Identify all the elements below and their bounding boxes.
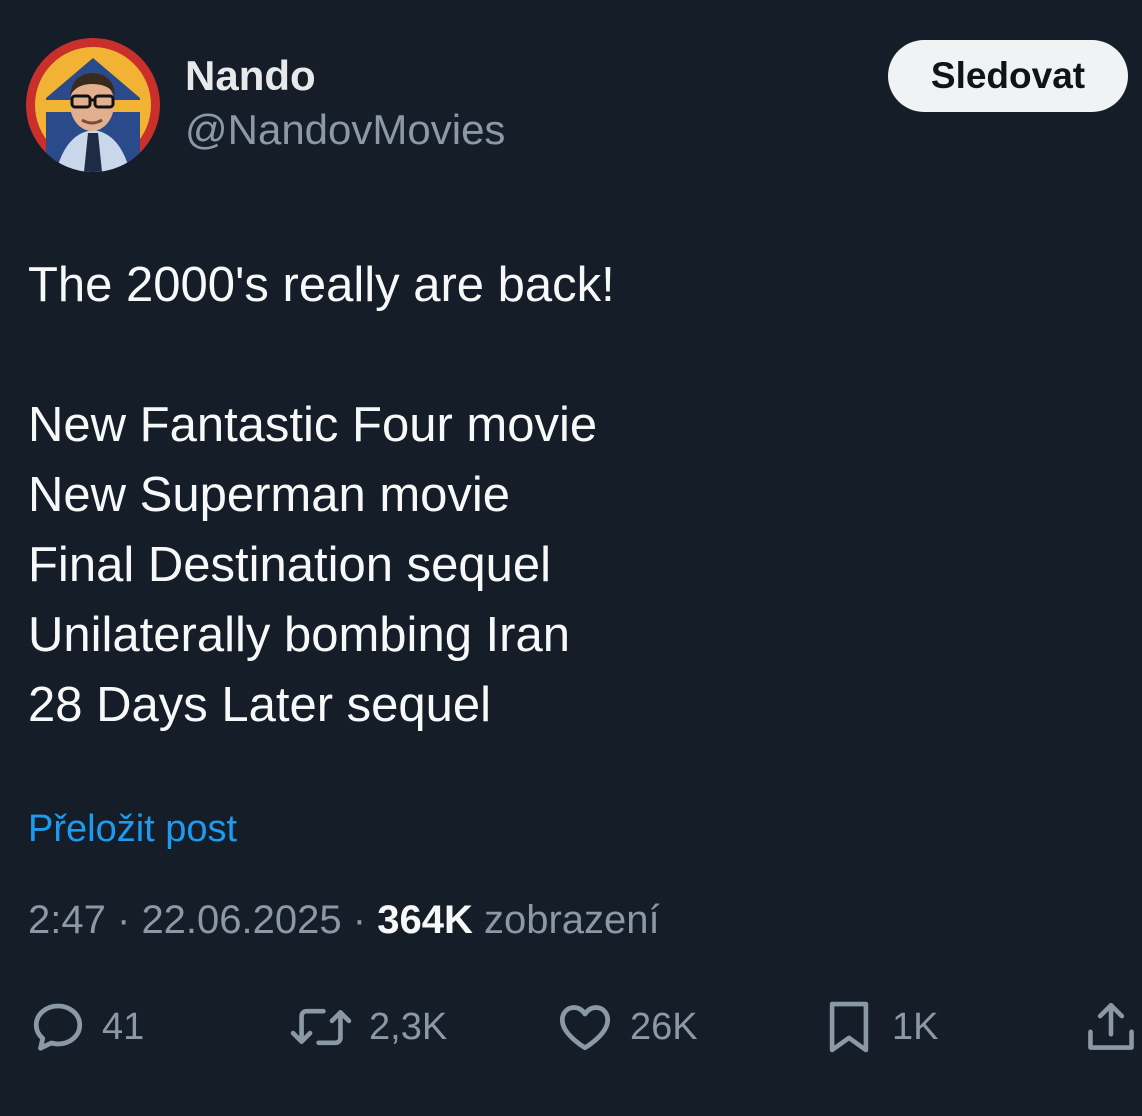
meta-separator: · [352,898,367,942]
tweet-meta: 2:47 · 22.06.2025 · 364K zobrazení [28,898,660,943]
action-bar: 41 2,3K 26K 1K [0,990,1142,1064]
tweet-time[interactable]: 2:47 [28,898,106,942]
tweet-line: The 2000's really are back! [28,258,615,312]
tweet-line: Unilaterally bombing Iran [28,608,570,662]
bookmark-icon [829,1001,869,1053]
bookmark-button[interactable]: 1K [820,990,938,1064]
tweet-date[interactable]: 22.06.2025 [141,898,341,942]
bookmark-count: 1K [892,1005,939,1048]
heart-icon [559,1005,611,1051]
repost-icon [290,1008,352,1046]
repost-count: 2,3K [369,1005,448,1048]
share-icon [1088,1002,1134,1050]
tweet-line: 28 Days Later sequel [28,678,492,732]
like-button[interactable]: 26K [554,990,698,1064]
tweet-line [28,320,1108,390]
translate-post-link[interactable]: Přeložit post [28,808,237,851]
reply-count: 41 [102,1005,145,1048]
tweet-text: The 2000's really are back! New Fantasti… [28,250,1108,740]
views-count: 364K [377,898,473,942]
views-label: zobrazení [483,898,660,942]
tweet-line: New Superman movie [28,468,511,522]
meta-separator: · [116,898,131,942]
reply-button[interactable]: 41 [28,990,144,1064]
repost-button[interactable]: 2,3K [287,990,447,1064]
tweet-line: Final Destination sequel [28,538,551,592]
author-display-name[interactable]: Nando [185,52,316,100]
like-count: 26K [630,1005,698,1048]
tweet-line: New Fantastic Four movie [28,398,598,452]
follow-button[interactable]: Sledovat [888,40,1128,112]
avatar[interactable] [26,38,160,172]
share-button[interactable] [1082,990,1140,1064]
avatar-image [26,38,160,172]
reply-icon [33,1003,83,1051]
author-handle[interactable]: @NandovMovies [185,106,505,154]
